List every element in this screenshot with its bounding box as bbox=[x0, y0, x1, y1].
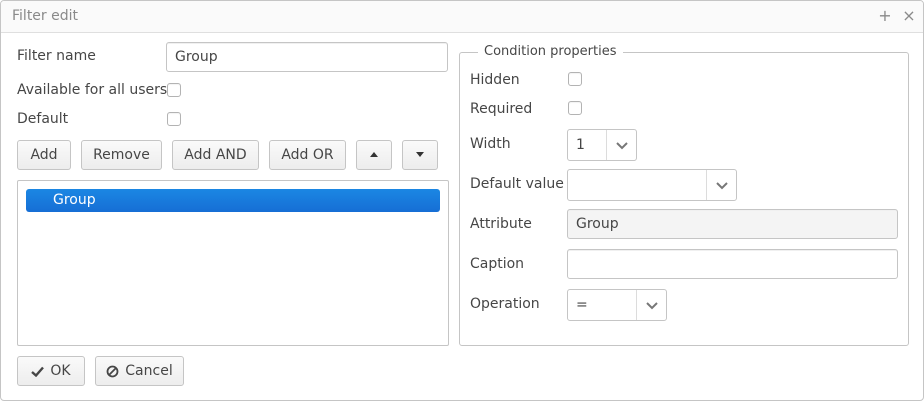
caption-label: Caption bbox=[470, 256, 525, 272]
hidden-label: Hidden bbox=[470, 72, 520, 88]
width-select-value: 1 bbox=[576, 137, 585, 153]
operation-label: Operation bbox=[470, 296, 540, 312]
operation-select-value: = bbox=[576, 297, 588, 313]
remove-button[interactable]: Remove bbox=[81, 140, 162, 170]
filter-name-label: Filter name bbox=[17, 48, 96, 64]
conditions-tree[interactable]: Group bbox=[17, 180, 449, 346]
maximize-icon[interactable]: + bbox=[876, 6, 894, 26]
required-checkbox[interactable] bbox=[568, 101, 582, 115]
ban-icon bbox=[106, 365, 119, 377]
chevron-down-icon[interactable] bbox=[636, 290, 666, 320]
default-checkbox[interactable] bbox=[167, 112, 181, 126]
dialog-titlebar[interactable]: Filter edit + × bbox=[1, 1, 923, 33]
available-all-users-checkbox[interactable] bbox=[167, 83, 181, 97]
attribute-field: Group bbox=[567, 209, 898, 239]
default-label: Default bbox=[17, 111, 69, 127]
default-value-label: Default value bbox=[470, 176, 564, 192]
chevron-down-icon[interactable] bbox=[706, 170, 736, 200]
triangle-up-icon bbox=[370, 151, 378, 157]
width-select[interactable]: 1 bbox=[567, 129, 637, 161]
add-button[interactable]: Add bbox=[17, 140, 71, 170]
add-or-button[interactable]: Add OR bbox=[269, 140, 346, 170]
dialog-title: Filter edit bbox=[12, 8, 79, 24]
chevron-down-icon[interactable] bbox=[606, 130, 636, 160]
tree-item[interactable]: Group bbox=[26, 189, 440, 212]
required-label: Required bbox=[470, 101, 533, 117]
default-value-select[interactable] bbox=[567, 169, 737, 201]
filter-name-input[interactable]: Group bbox=[166, 42, 448, 72]
cancel-button[interactable]: Cancel bbox=[95, 356, 184, 386]
triangle-down-icon bbox=[416, 151, 424, 157]
condition-properties-legend: Condition properties bbox=[478, 44, 623, 59]
filter-edit-dialog: Filter edit + × Filter name Group Availa… bbox=[0, 0, 924, 401]
add-and-button[interactable]: Add AND bbox=[172, 140, 259, 170]
cancel-button-label: Cancel bbox=[125, 363, 173, 379]
ok-button[interactable]: OK bbox=[17, 356, 85, 386]
check-icon bbox=[31, 366, 45, 377]
hidden-checkbox[interactable] bbox=[568, 72, 582, 86]
available-all-users-label: Available for all users bbox=[17, 82, 168, 98]
operation-select[interactable]: = bbox=[567, 289, 667, 321]
attribute-label: Attribute bbox=[470, 216, 532, 232]
move-up-button[interactable] bbox=[356, 140, 392, 170]
move-down-button[interactable] bbox=[402, 140, 438, 170]
ok-button-label: OK bbox=[50, 363, 71, 379]
close-icon[interactable]: × bbox=[900, 6, 918, 26]
caption-input[interactable] bbox=[567, 249, 898, 279]
width-label: Width bbox=[470, 136, 511, 152]
